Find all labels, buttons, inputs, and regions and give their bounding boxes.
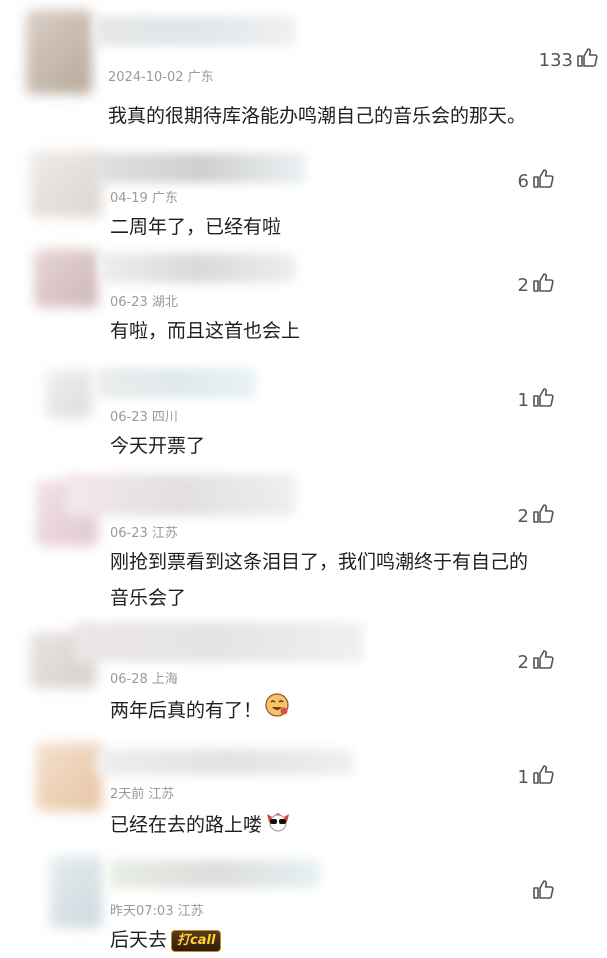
comment-item: 06-23 湖北 2 有啦，而且这首也会上: [0, 245, 607, 355]
thumbs-up-icon: [531, 502, 555, 531]
avatar[interactable]: [36, 743, 102, 811]
username-blurred[interactable]: [96, 153, 306, 183]
like-button[interactable]: 2: [518, 502, 555, 531]
comment-meta: 04-19 广东: [110, 191, 178, 206]
call-sticker: 打call: [171, 929, 222, 952]
comment-item: 06-28 上海 2 两年后真的有了！: [0, 620, 607, 730]
avatar[interactable]: [46, 370, 92, 418]
username-blurred[interactable]: [96, 368, 256, 398]
like-button[interactable]: 6: [518, 167, 555, 196]
thumbs-up-icon: [575, 46, 599, 75]
thumbs-up-icon: [531, 167, 555, 196]
comment-text: 已经在去的路上喽: [110, 807, 570, 844]
username-blurred[interactable]: [110, 860, 320, 888]
avatar[interactable]: [50, 856, 102, 928]
comment-item: 昨天07:03 江苏 后天去 打call: [0, 848, 607, 957]
comment-text: 两年后真的有了！: [110, 692, 570, 730]
avatar[interactable]: [34, 249, 98, 307]
username-blurred[interactable]: [66, 474, 296, 516]
username-blurred[interactable]: [96, 16, 296, 46]
like-button[interactable]: 2: [518, 271, 555, 300]
like-count: 1: [517, 390, 529, 411]
comment-item: 04-19 广东 6 二周年了，已经有啦: [0, 145, 607, 245]
username-blurred[interactable]: [74, 622, 364, 662]
like-count: 2: [517, 506, 529, 527]
like-count: 133: [538, 50, 573, 71]
comment-text-content: 后天去: [110, 929, 168, 951]
thumbs-up-icon: [531, 763, 555, 792]
username-blurred[interactable]: [100, 253, 296, 283]
like-count: 1: [517, 767, 529, 788]
comment-text: 我真的很期待库洛能办鸣潮自己的音乐会的那天。: [108, 105, 527, 127]
thumbs-up-icon: [531, 386, 555, 415]
comment-text: 后天去 打call: [110, 922, 570, 958]
comment-text: 刚抢到票看到这条泪目了，我们鸣潮终于有自己的音乐会了: [110, 551, 529, 609]
laughing-emoji-icon: [264, 692, 290, 730]
comment-meta: 06-28 上海: [110, 672, 178, 687]
comment-meta: 06-23 江苏: [110, 526, 178, 541]
like-button[interactable]: [529, 878, 555, 907]
like-count: 2: [517, 275, 529, 296]
comment-text: 今天开票了: [110, 435, 206, 457]
comment-text: 有啦，而且这首也会上: [110, 320, 301, 342]
comment-item: 06-23 江苏 2 刚抢到票看到这条泪目了，我们鸣潮终于有自己的音乐会了: [0, 470, 607, 620]
thumbs-up-icon: [531, 878, 555, 907]
comment-meta: 2024-10-02 广东: [108, 70, 214, 85]
comment-item: 2天前 江苏 1 已经在去的路上喽: [0, 735, 607, 845]
thumbs-up-icon: [531, 271, 555, 300]
comment-text: 二周年了，已经有啦: [110, 216, 282, 238]
like-count: 2: [517, 652, 529, 673]
avatar[interactable]: [30, 151, 102, 217]
like-button[interactable]: 1: [518, 386, 555, 415]
comment-text-content: 两年后真的有了！: [110, 699, 263, 722]
comment-meta: 昨天07:03 江苏: [110, 904, 204, 919]
comment-meta: 06-23 四川: [110, 410, 178, 425]
avatar[interactable]: [26, 10, 92, 94]
like-count: 6: [517, 171, 529, 192]
like-button[interactable]: 2: [518, 648, 555, 677]
comment-item: 2024-10-02 广东 133 我真的很期待库洛能办鸣潮自己的音乐会的那天。: [0, 0, 607, 140]
comment-meta: 06-23 湖北: [110, 295, 178, 310]
like-button[interactable]: 1: [518, 763, 555, 792]
thumbs-up-icon: [531, 648, 555, 677]
comment-text-content: 已经在去的路上喽: [110, 814, 263, 836]
username-blurred[interactable]: [96, 749, 354, 775]
sunglasses-emoji-icon: [264, 808, 292, 844]
comment-item: 06-23 四川 1 今天开票了: [0, 360, 607, 468]
like-button[interactable]: 133: [539, 46, 599, 75]
comment-meta: 2天前 江苏: [110, 787, 175, 802]
